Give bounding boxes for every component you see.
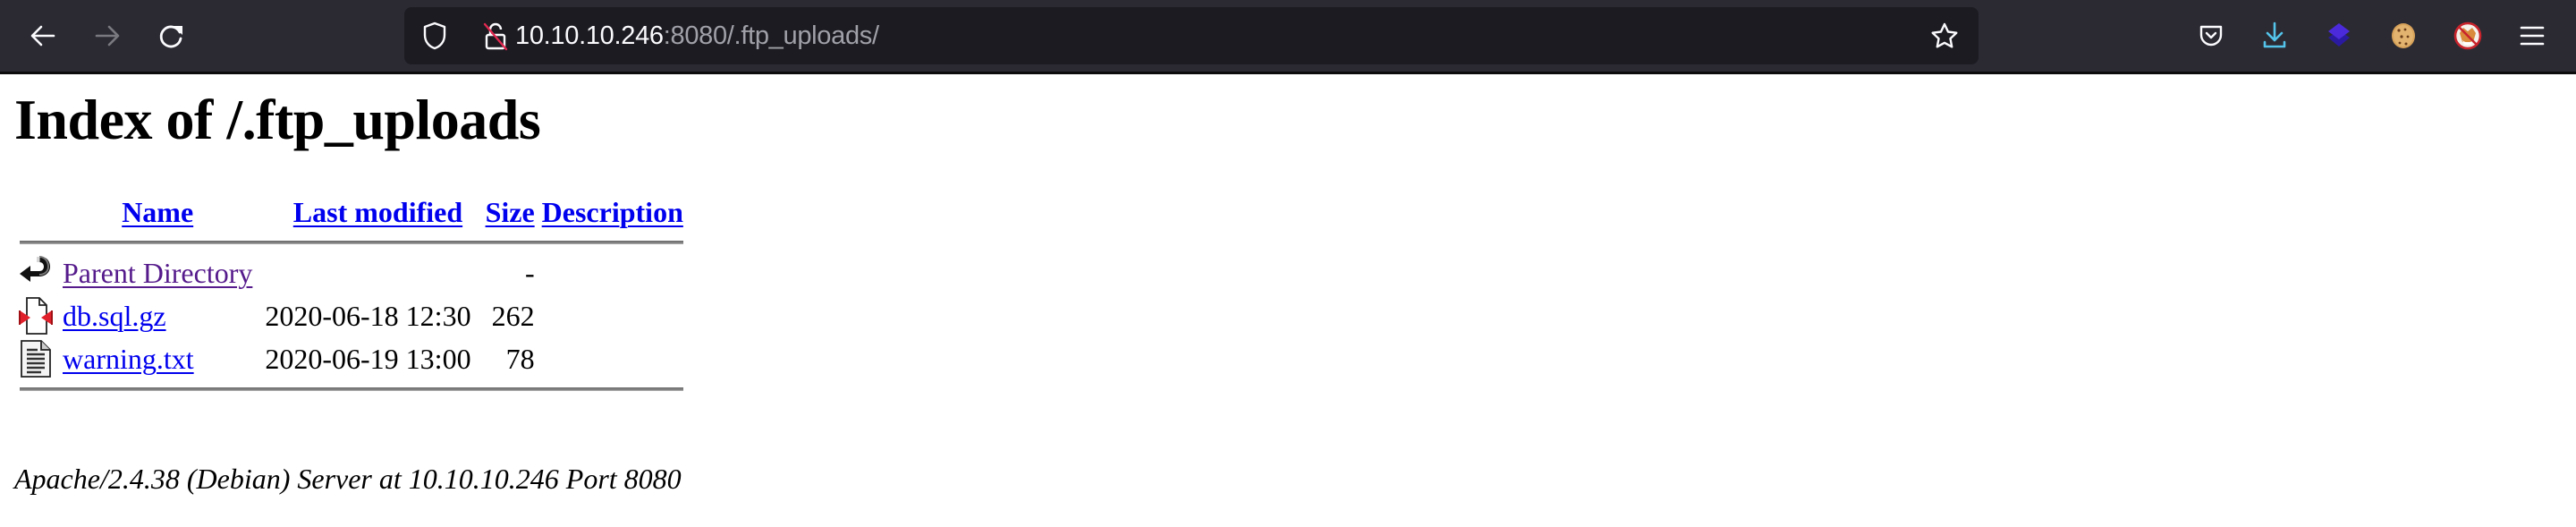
no-fox-extension-button[interactable]	[2448, 16, 2487, 55]
icon-header	[18, 192, 57, 232]
description-cell	[540, 253, 685, 293]
description-cell	[540, 296, 685, 336]
back-arrow-icon	[20, 256, 50, 282]
divider	[20, 387, 683, 391]
cookie-icon	[2392, 23, 2415, 48]
separator-row	[18, 235, 685, 250]
file-link-warning-txt[interactable]: warning.txt	[63, 343, 194, 375]
url-path: :8080/.ftp_uploads/	[663, 21, 879, 50]
insecure-lock-icon	[483, 22, 508, 51]
downloads-button[interactable]	[2255, 16, 2294, 55]
star-icon	[1931, 22, 1958, 48]
divider	[20, 241, 683, 244]
directory-listing: Name Last modified Size Description Pare…	[14, 189, 689, 400]
header-row: Name Last modified Size Description	[18, 192, 685, 232]
pocket-icon	[2199, 25, 2223, 47]
site-security-button[interactable]	[476, 16, 515, 55]
parent-directory-link[interactable]: Parent Directory	[63, 257, 252, 289]
pocket-button[interactable]	[2191, 16, 2231, 55]
last-modified-header: Last modified	[258, 192, 472, 232]
last-modified-cell: 2020-06-19 13:00	[265, 343, 471, 375]
text-file-icon	[21, 340, 51, 378]
download-icon	[2263, 21, 2286, 48]
size-cell: 78	[505, 343, 535, 375]
compressed-file-icon	[19, 297, 53, 335]
arrow-left-icon	[30, 25, 55, 47]
forward-button[interactable]	[88, 16, 127, 55]
shield-icon	[423, 21, 446, 50]
separator-row	[18, 382, 685, 396]
browser-toolbar: 10.10.10.246:8080/.ftp_uploads/	[0, 0, 2576, 72]
hamburger-menu-icon	[2520, 26, 2545, 46]
description-cell	[540, 339, 685, 378]
cookie-extension-button[interactable]	[2384, 16, 2423, 55]
size-cell: -	[525, 257, 535, 289]
layers-icon	[2328, 23, 2350, 47]
listing-table: Name Last modified Size Description Pare…	[14, 189, 689, 400]
table-row: warning.txt 2020-06-19 13:00 78	[18, 339, 685, 378]
sort-by-last-modified-link[interactable]: Last modified	[293, 196, 462, 228]
page-title: Index of /.ftp_uploads	[14, 88, 541, 151]
sort-by-description-link[interactable]: Description	[542, 196, 683, 228]
page-content: Index of /.ftp_uploads Name Last modifie…	[0, 74, 2576, 527]
sort-by-size-link[interactable]: Size	[486, 196, 535, 228]
table-row: Parent Directory -	[18, 253, 685, 293]
layers-extension-button[interactable]	[2319, 16, 2359, 55]
last-modified-cell: 2020-06-18 12:30	[265, 300, 471, 332]
last-modified-cell	[258, 253, 472, 293]
size-header: Size	[477, 192, 537, 232]
tracking-protection-button[interactable]	[415, 16, 454, 55]
server-signature: Apache/2.4.38 (Debian) Server at 10.10.1…	[14, 463, 682, 495]
blocked-fox-icon	[2453, 21, 2482, 50]
name-header: Name	[61, 192, 254, 232]
size-cell: 262	[491, 300, 535, 332]
back-button[interactable]	[23, 16, 63, 55]
app-menu-button[interactable]	[2512, 16, 2552, 55]
reload-button[interactable]	[152, 16, 191, 55]
reload-icon	[159, 25, 182, 48]
sort-by-name-link[interactable]: Name	[122, 196, 193, 228]
description-header: Description	[540, 192, 685, 232]
url-host: 10.10.10.246	[515, 21, 664, 50]
url-input[interactable]: 10.10.10.246:8080/.ftp_uploads/	[515, 16, 879, 55]
file-link-db-sql-gz[interactable]: db.sql.gz	[63, 300, 166, 332]
arrow-right-icon	[95, 25, 120, 47]
table-row: db.sql.gz 2020-06-18 12:30 262	[18, 296, 685, 336]
bookmark-star-button[interactable]	[1925, 16, 1964, 55]
